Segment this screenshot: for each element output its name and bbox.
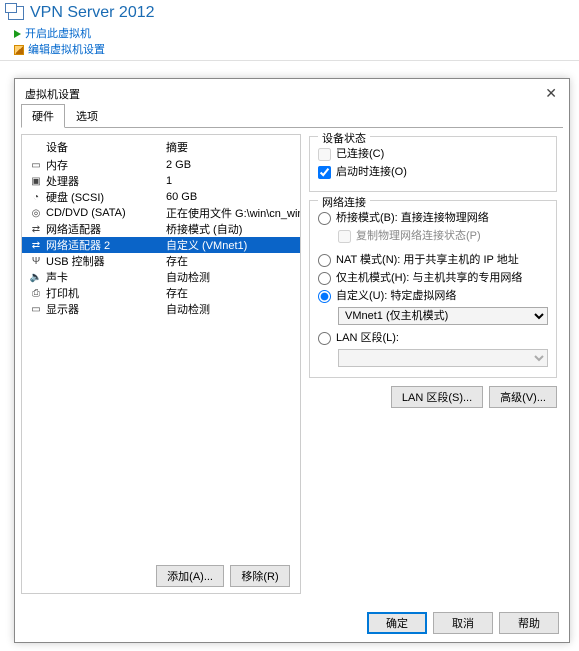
device-summary: 存在 [166, 253, 300, 269]
device-icon [28, 224, 44, 235]
tab-hardware[interactable]: 硬件 [21, 104, 65, 128]
device-name: 硬盘 (SCSI) [44, 189, 166, 205]
device-icon [28, 192, 44, 203]
rb-bridge[interactable]: 桥接模式(B): 直接连接物理网络 [318, 209, 548, 227]
device-summary: 1 [166, 175, 300, 187]
cancel-button[interactable]: 取消 [433, 612, 493, 634]
device-summary: 自动检测 [166, 301, 300, 317]
device-icon [28, 176, 44, 187]
device-summary: 正在使用文件 G:\win\cn_wind... [166, 205, 300, 221]
device-icon [28, 288, 44, 299]
lan-segment-select [338, 349, 548, 367]
device-row[interactable]: USB 控制器存在 [22, 253, 300, 269]
device-row[interactable]: CD/DVD (SATA)正在使用文件 G:\win\cn_wind... [22, 205, 300, 221]
device-name: CD/DVD (SATA) [44, 207, 166, 219]
col-summary: 摘要 [166, 139, 188, 155]
action-edit-settings[interactable]: 编辑虚拟机设置 [14, 42, 571, 58]
device-name: 声卡 [44, 269, 166, 285]
device-name: 网络适配器 [44, 221, 166, 237]
device-status-group: 设备状态 已连接(C) 启动时连接(O) [309, 136, 557, 192]
device-list: 设备 摘要 内存2 GB处理器1硬盘 (SCSI)60 GBCD/DVD (SA… [21, 134, 301, 594]
device-row[interactable]: 网络适配器桥接模式 (自动) [22, 221, 300, 237]
advanced-button[interactable]: 高级(V)... [489, 386, 557, 408]
device-icon [28, 256, 44, 267]
add-button[interactable]: 添加(A)... [156, 565, 224, 587]
close-icon[interactable]: ✕ [541, 85, 561, 102]
edit-icon [14, 45, 24, 55]
device-summary: 2 GB [166, 159, 300, 171]
rb-custom[interactable]: 自定义(U): 特定虚拟网络 [318, 287, 548, 305]
play-icon [14, 30, 21, 38]
device-icon [28, 240, 44, 251]
device-icon [28, 208, 44, 219]
vm-settings-dialog: 虚拟机设置 ✕ 硬件 选项 设备 摘要 内存2 GB处理器1硬盘 (SCSI)6… [14, 78, 570, 643]
device-icon [28, 272, 44, 283]
device-row[interactable]: 声卡自动检测 [22, 269, 300, 285]
lan-segments-button[interactable]: LAN 区段(S)... [391, 386, 483, 408]
tab-options[interactable]: 选项 [65, 104, 109, 128]
action-power-on[interactable]: 开启此虚拟机 [14, 26, 571, 42]
col-device: 设备 [46, 139, 166, 155]
device-summary: 存在 [166, 285, 300, 301]
tabs: 硬件 选项 [21, 104, 563, 128]
rb-hostonly[interactable]: 仅主机模式(H): 与主机共享的专用网络 [318, 269, 548, 287]
rb-lan[interactable]: LAN 区段(L): [318, 329, 548, 347]
device-name: 网络适配器 2 [44, 237, 166, 253]
rb-nat[interactable]: NAT 模式(N): 用于共享主机的 IP 地址 [318, 251, 548, 269]
device-row[interactable]: 显示器自动检测 [22, 301, 300, 317]
device-row[interactable]: 内存2 GB [22, 157, 300, 173]
device-row[interactable]: 硬盘 (SCSI)60 GB [22, 189, 300, 205]
device-summary: 自定义 (VMnet1) [166, 237, 300, 253]
device-row[interactable]: 网络适配器 2自定义 (VMnet1) [22, 237, 300, 253]
device-name: 处理器 [44, 173, 166, 189]
cb-replicate: 复制物理网络连接状态(P) [318, 227, 548, 245]
network-connection-group: 网络连接 桥接模式(B): 直接连接物理网络 复制物理网络连接状态(P) NAT… [309, 200, 557, 378]
device-name: USB 控制器 [44, 253, 166, 269]
ok-button[interactable]: 确定 [367, 612, 427, 634]
vm-header: VPN Server 2012 开启此虚拟机 编辑虚拟机设置 [0, 0, 579, 61]
device-name: 打印机 [44, 285, 166, 301]
vm-icon [8, 6, 24, 20]
device-name: 内存 [44, 157, 166, 173]
vm-title: VPN Server 2012 [30, 4, 155, 22]
device-icon [28, 304, 44, 315]
remove-button[interactable]: 移除(R) [230, 565, 290, 587]
cb-connect-poweron[interactable]: 启动时连接(O) [318, 163, 548, 181]
device-summary: 桥接模式 (自动) [166, 221, 300, 237]
device-name: 显示器 [44, 301, 166, 317]
device-row[interactable]: 打印机存在 [22, 285, 300, 301]
dialog-title: 虚拟机设置 [25, 86, 80, 102]
help-button[interactable]: 帮助 [499, 612, 559, 634]
custom-vmnet-select[interactable]: VMnet1 (仅主机模式) [338, 307, 548, 325]
cb-connected[interactable]: 已连接(C) [318, 145, 548, 163]
device-icon [28, 160, 44, 171]
device-summary: 60 GB [166, 191, 300, 203]
device-row[interactable]: 处理器1 [22, 173, 300, 189]
device-summary: 自动检测 [166, 269, 300, 285]
